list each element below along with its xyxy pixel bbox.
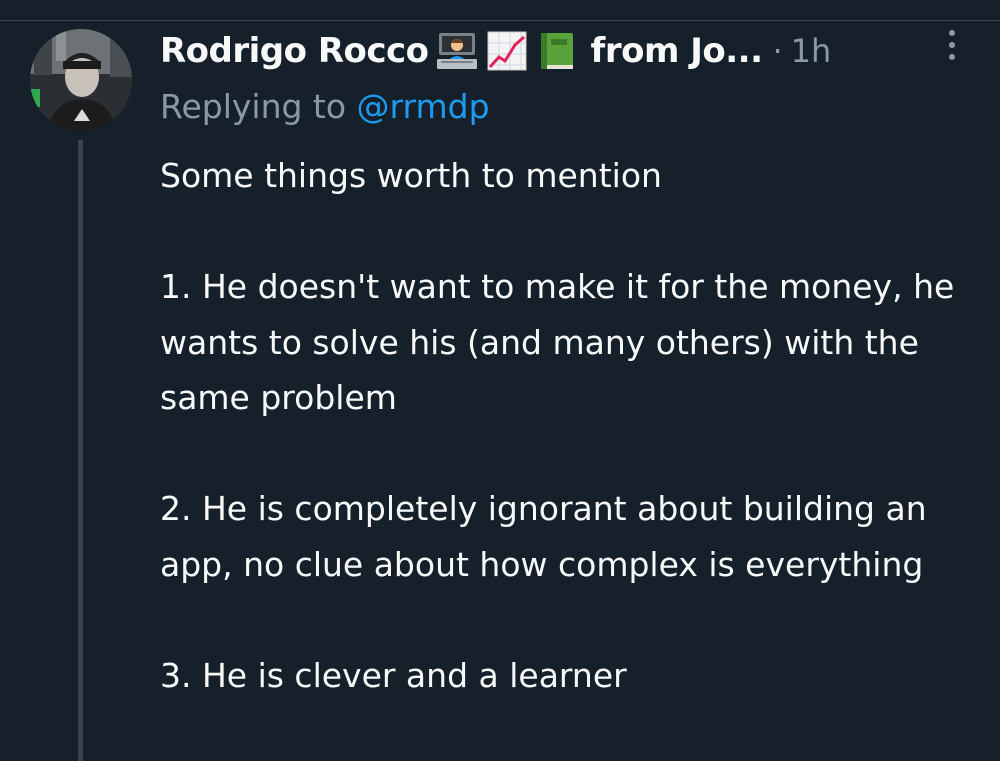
more-dot-icon (949, 42, 955, 48)
author-name[interactable]: Rodrigo Rocco (160, 31, 429, 71)
reply-handle-link[interactable]: @rrmdp (357, 87, 490, 126)
reply-context: Replying to @rrmdp (160, 82, 980, 132)
more-dot-icon (949, 30, 955, 36)
tweet-paragraph: 3. He is clever and a learner (160, 655, 627, 695)
technologist-icon (435, 29, 479, 73)
green-book-icon (535, 29, 579, 73)
author-name-suffix: from Jo... (590, 31, 763, 71)
thread-line (78, 140, 83, 761)
tweet-paragraph: 1. He doesn't want to make it for the mo… (160, 267, 955, 417)
tweet-header: Rodrigo Rocco from Jo... · 1h (160, 26, 980, 76)
tweet-screen: Rodrigo Rocco from Jo... · 1h Replying t… (0, 0, 1000, 761)
timestamp[interactable]: 1h (791, 32, 832, 70)
tweet-paragraph: 2. He is completely ignorant about build… (160, 489, 927, 584)
reply-prefix: Replying to (160, 87, 347, 126)
separator: · (772, 32, 783, 70)
tweet-body: Rodrigo Rocco from Jo... · 1h Replying t… (160, 26, 980, 703)
divider (0, 20, 1000, 21)
more-options-button[interactable] (938, 30, 966, 66)
tweet-paragraph: Some things worth to mention (160, 156, 662, 195)
chart-increasing-icon (485, 29, 529, 73)
more-dot-icon (949, 54, 955, 60)
avatar[interactable] (30, 29, 132, 131)
tweet-text: Some things worth to mention 1. He doesn… (160, 148, 960, 703)
